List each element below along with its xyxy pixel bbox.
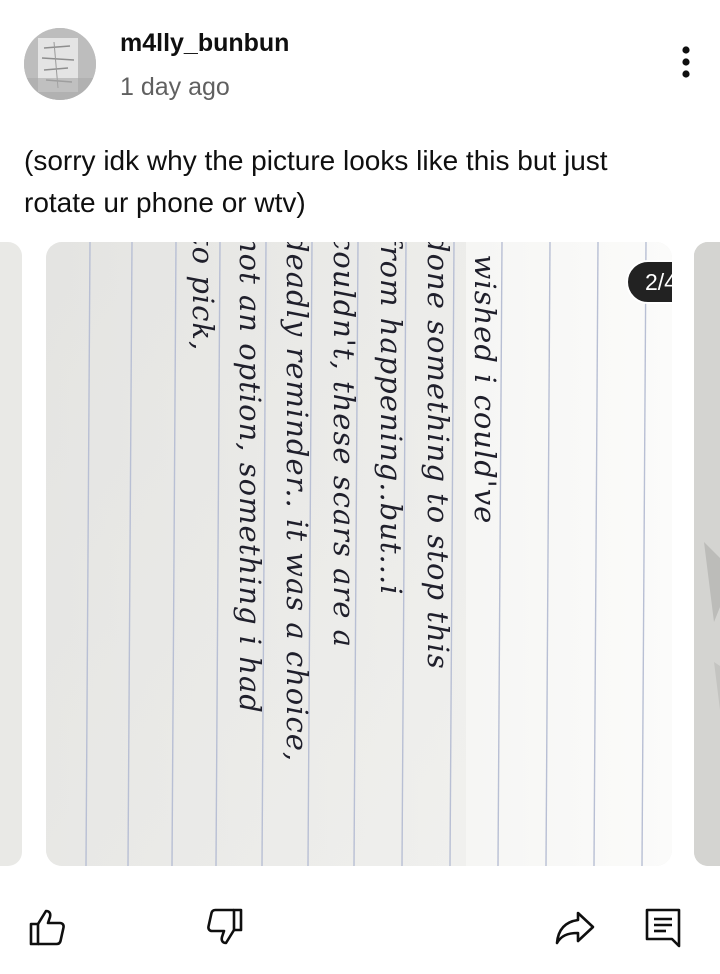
image-counter-badge: 2/4 xyxy=(626,260,672,304)
more-options-button[interactable] xyxy=(668,40,704,84)
post-text: (sorry idk why the picture looks like th… xyxy=(24,145,608,218)
post-header: m4lly_bunbun 1 day ago xyxy=(0,0,720,120)
more-vert-icon xyxy=(682,46,690,78)
note-line: deadly reminder.. it was a choice, xyxy=(280,242,314,763)
note-line: from happening..but...i xyxy=(374,242,408,596)
avatar-image xyxy=(24,28,96,100)
next-image-preview xyxy=(694,242,720,866)
post-image[interactable]: i wished i could've done something to st… xyxy=(46,242,672,866)
note-line: not an option, something i had xyxy=(233,242,267,714)
image-carousel[interactable]: i wished i could've done something to st… xyxy=(0,242,720,866)
comment-button[interactable] xyxy=(640,904,686,950)
note-line: i wished i could've xyxy=(468,242,502,525)
thumb-up-icon xyxy=(29,909,65,946)
community-post: m4lly_bunbun 1 day ago (sorry idk why th… xyxy=(0,0,720,974)
dislike-button[interactable] xyxy=(202,904,248,950)
share-icon xyxy=(555,911,595,945)
author-name[interactable]: m4lly_bunbun xyxy=(120,29,289,58)
share-button[interactable] xyxy=(552,904,598,950)
handwritten-note: i wished i could've done something to st… xyxy=(179,242,508,866)
avatar[interactable] xyxy=(24,28,96,100)
previous-image[interactable] xyxy=(0,242,22,866)
like-button[interactable] xyxy=(24,904,70,950)
note-line: done something to stop this xyxy=(421,242,455,670)
thumb-down-icon xyxy=(207,908,243,945)
post-timestamp: 1 day ago xyxy=(120,73,230,101)
next-image[interactable] xyxy=(694,242,720,866)
comment-icon xyxy=(645,908,681,948)
post-actions xyxy=(0,886,720,966)
note-line: couldn't, these scars are a xyxy=(327,242,361,648)
note-line: to pick, xyxy=(186,242,220,352)
